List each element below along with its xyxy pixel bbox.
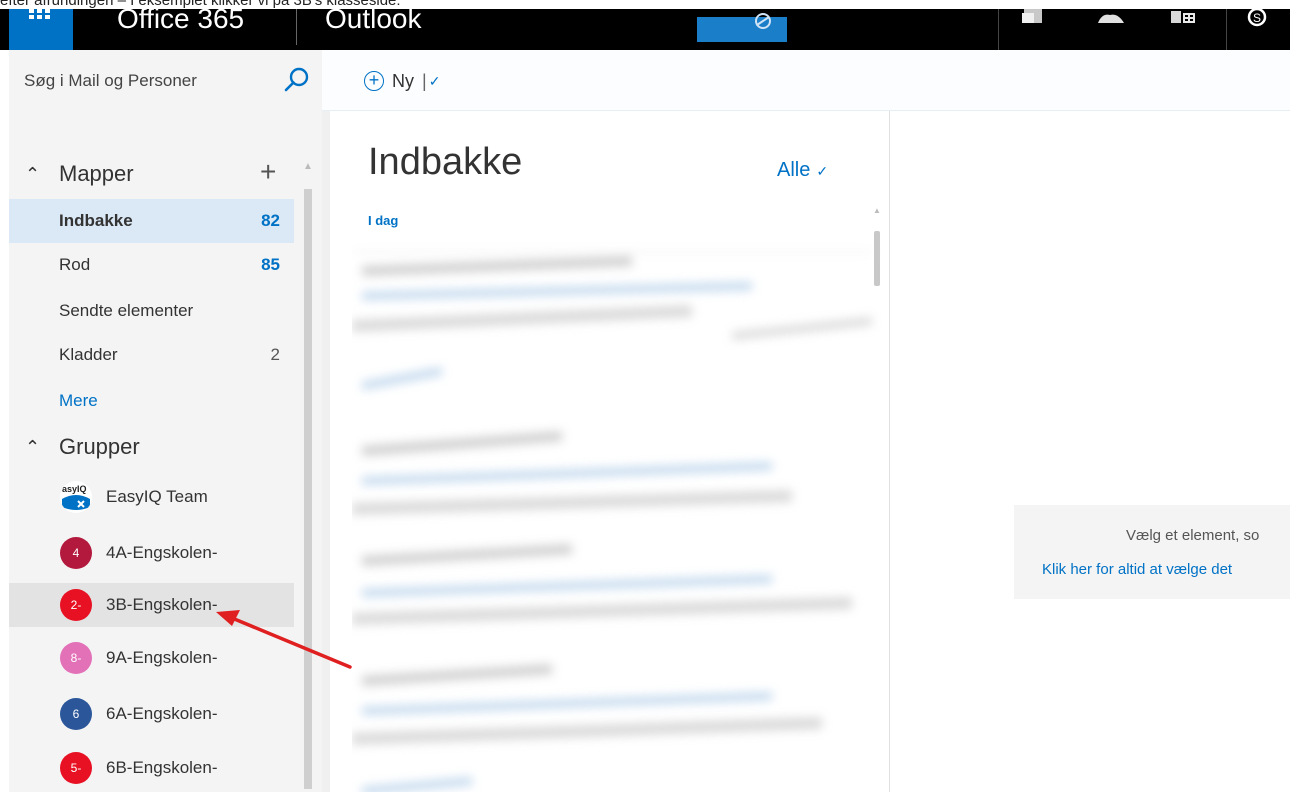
new-button[interactable]: + Ny | ✓ (364, 65, 440, 97)
office-brand[interactable]: Office 365 (117, 9, 244, 39)
new-button-label: Ny (392, 70, 414, 91)
chevron-down-icon: ✓ (816, 163, 829, 179)
folder-item-rod[interactable]: Rod 85 (9, 243, 294, 287)
folder-pane-scrollbar[interactable]: ▲ (303, 161, 313, 792)
skype-icon[interactable]: S (1245, 9, 1275, 31)
split-divider: | (422, 70, 427, 91)
chevron-down-icon[interactable]: ✓ (429, 73, 441, 90)
folder-label: Rod (59, 255, 91, 274)
scroll-thumb[interactable] (874, 231, 880, 286)
group-label: 4A-Engskolen- (106, 543, 218, 562)
group-label: 3B-Engskolen- (106, 595, 218, 614)
people-icon[interactable] (1096, 9, 1126, 31)
folders-section-title: Mapper (59, 161, 134, 186)
folder-pane: ⌃ Mapper + Indbakke 82 Rod 85 Sendte ele… (9, 111, 322, 792)
folder-item-kladder[interactable]: Kladder 2 (9, 333, 294, 377)
list-edge (322, 111, 330, 792)
command-bar: + Ny | ✓ (322, 50, 1290, 111)
unread-count: 82 (261, 211, 280, 230)
folder-item-sendte-elementer[interactable]: Sendte elementer (9, 289, 294, 333)
caption-text: efter afrundingen – I eksemplet klikker … (0, 0, 401, 9)
search-input[interactable]: Søg i Mail og Personer (9, 50, 269, 111)
groups-section-header[interactable]: ⌃ Grupper (9, 427, 299, 467)
folder-label: Indbakke (59, 211, 133, 230)
empty-state-text: Vælg et element, so (1126, 527, 1260, 544)
easyiq-logo-icon: asyIQ (60, 481, 92, 513)
onenote-icon[interactable] (1020, 9, 1050, 31)
group-item-6a-engskolen[interactable]: 6 6A-Engskolen- (9, 692, 294, 736)
group-item-6b-engskolen[interactable]: 5- 6B-Engskolen- (9, 746, 294, 790)
calendar-icon[interactable] (1169, 9, 1199, 31)
draft-count: 2 (270, 345, 280, 364)
folder-item-indbakke[interactable]: Indbakke 82 (9, 199, 294, 243)
scroll-thumb[interactable] (304, 189, 312, 789)
app-title[interactable]: Outlook (325, 9, 422, 39)
app-launcher-button[interactable] (9, 9, 73, 50)
group-avatar: 8- (60, 642, 92, 674)
group-item-9a-engskolen[interactable]: 8- 9A-Engskolen- (9, 636, 294, 680)
toolbar-separator (1226, 9, 1227, 50)
folders-section-header[interactable]: ⌃ Mapper + (9, 154, 299, 194)
group-label: 9A-Engskolen- (106, 648, 218, 667)
theme-graphic-icon (697, 9, 787, 42)
blurred-message-rows[interactable] (352, 241, 882, 792)
group-avatar: 4 (60, 537, 92, 569)
folder-label: Kladder (59, 345, 118, 364)
collapse-caret-icon[interactable]: ⌃ (9, 164, 59, 185)
filter-label: Alle (777, 159, 811, 181)
unread-count: 85 (261, 255, 280, 274)
scroll-up-icon[interactable]: ▲ (303, 161, 313, 172)
group-avatar: 6 (60, 698, 92, 730)
collapse-caret-icon[interactable]: ⌃ (9, 437, 59, 458)
top-bar: Office 365 Outlook S (0, 9, 1290, 50)
search-icon[interactable] (282, 66, 312, 96)
svg-text:S: S (1253, 11, 1261, 25)
svg-text:asyIQ: asyIQ (62, 484, 87, 494)
group-avatar: 5- (60, 752, 92, 784)
scroll-up-icon[interactable]: ▲ (873, 206, 881, 215)
empty-state-link[interactable]: Klik her for altid at vælge det (1042, 561, 1232, 578)
group-item-3b-engskolen[interactable]: 2- 3B-Engskolen- (9, 583, 294, 627)
group-label: 6B-Engskolen- (106, 758, 218, 777)
empty-state-panel: Vælg et element, so Klik her for altid a… (1014, 505, 1290, 599)
day-group-header: I dag (368, 213, 399, 228)
list-title: Indbakke (368, 141, 523, 183)
groups-section-title: Grupper (59, 434, 140, 459)
toolbar-separator (998, 9, 999, 50)
reading-pane: Vælg et element, so Klik her for altid a… (890, 111, 1290, 792)
add-folder-button[interactable]: + (260, 156, 276, 188)
group-avatar: 2- (60, 589, 92, 621)
group-label: EasyIQ Team (106, 487, 208, 506)
group-item-easyiq-team[interactable]: asyIQ EasyIQ Team (9, 475, 294, 519)
search-bar: Søg i Mail og Personer (9, 50, 322, 111)
message-list: Indbakke Alle ✓ I dag ▲ (322, 111, 890, 792)
group-label: 6A-Engskolen- (106, 704, 218, 723)
folder-label: Sendte elementer (59, 301, 194, 320)
group-item-4a-engskolen[interactable]: 4 4A-Engskolen- (9, 531, 294, 575)
more-folders-link[interactable]: Mere (9, 379, 294, 423)
plus-circle-icon: + (364, 71, 384, 91)
message-list-scrollbar[interactable]: ▲ (873, 206, 881, 296)
brand-divider (296, 9, 297, 45)
filter-dropdown[interactable]: Alle ✓ (777, 159, 828, 182)
